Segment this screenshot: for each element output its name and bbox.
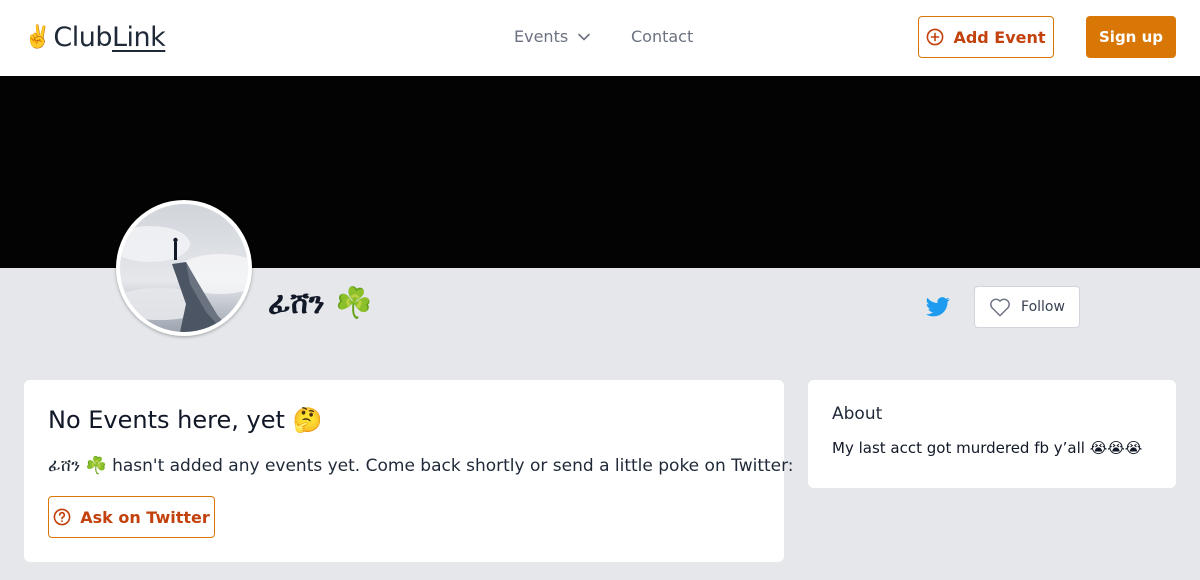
avatar-cliff-image xyxy=(120,204,248,332)
about-card: About My last acct got murdered fb y’all… xyxy=(808,380,1176,488)
plus-circle-icon xyxy=(927,28,944,46)
nav-contact-link[interactable]: Contact xyxy=(631,26,693,48)
about-text: My last acct got murdered fb y’all 😭😭😭 xyxy=(832,439,1143,457)
question-circle-icon xyxy=(53,508,71,526)
profile-avatar xyxy=(116,200,252,336)
top-navigation-bar: ✌️ ClubLink Events Contact Add Event Sig… xyxy=(0,0,1200,76)
chevron-down-icon xyxy=(578,33,590,41)
logo-text: ClubLink xyxy=(53,22,166,53)
profile-name: ፊሸን ☘️ xyxy=(268,286,373,321)
sign-up-button[interactable]: Sign up xyxy=(1086,16,1176,58)
about-heading: About xyxy=(832,404,883,424)
victory-hand-icon: ✌️ xyxy=(24,25,52,50)
clublink-logo[interactable]: ✌️ ClubLink xyxy=(24,22,166,54)
nav-events-dropdown[interactable]: Events xyxy=(514,26,590,48)
add-event-label: Add Event xyxy=(953,27,1046,47)
ask-on-twitter-label: Ask on Twitter xyxy=(80,507,210,527)
twitter-profile-link[interactable] xyxy=(926,296,950,318)
heart-icon xyxy=(990,298,1010,317)
twitter-icon xyxy=(926,297,950,317)
no-events-message: ፊሸን ☘️ hasn't added any events yet. Come… xyxy=(48,456,794,476)
follow-button[interactable]: Follow xyxy=(974,286,1080,328)
events-card: No Events here, yet 🤔 ፊሸን ☘️ hasn't adde… xyxy=(24,380,794,562)
add-event-button[interactable]: Add Event xyxy=(918,16,1054,58)
ask-on-twitter-button[interactable]: Ask on Twitter xyxy=(48,496,215,538)
nav-events-label: Events xyxy=(514,27,569,46)
follow-label: Follow xyxy=(1021,299,1065,315)
no-events-heading: No Events here, yet 🤔 xyxy=(48,406,323,434)
